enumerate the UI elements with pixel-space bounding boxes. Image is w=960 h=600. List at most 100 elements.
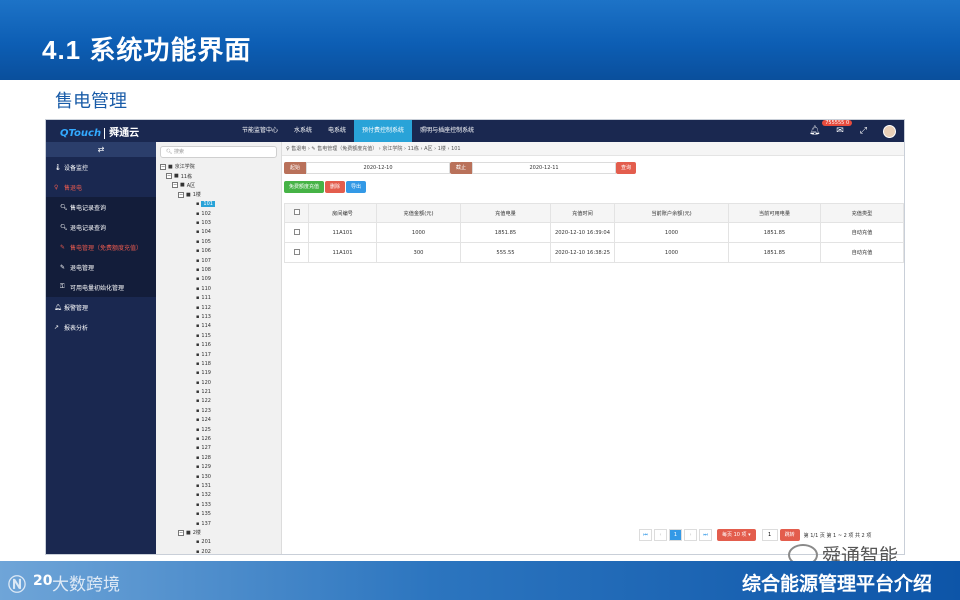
tree-node[interactable]: ▪ 104 xyxy=(156,228,281,237)
start-date-input[interactable]: 2020-12-10 xyxy=(306,162,451,174)
col-amount[interactable]: 充值金额(元) xyxy=(376,203,461,223)
page-size-select[interactable]: 每页 10 项 ▾ xyxy=(717,529,756,541)
table-cell: 1851.85 xyxy=(460,222,551,243)
row-checkbox[interactable] xyxy=(284,222,309,243)
tree-search-input[interactable]: 🔍︎ 搜索 xyxy=(160,146,277,158)
tree-node[interactable]: ▪ 106 xyxy=(156,247,281,256)
jump-button[interactable]: 跳转 xyxy=(779,529,800,541)
breadcrumb: ♀ 售退电 › ✎ 售电管理（免费额度充值） › 京江学院 › 11栋 › A区… xyxy=(282,142,904,156)
tree-node[interactable]: − ■ 2楼 xyxy=(156,528,281,537)
tree-node[interactable]: ▪ 129 xyxy=(156,463,281,472)
tree-node[interactable]: ▪ 127 xyxy=(156,444,281,453)
tree-node[interactable]: ▪ 132 xyxy=(156,491,281,500)
jump-page-input[interactable]: 1 xyxy=(761,529,778,541)
table-cell: 11A101 xyxy=(308,242,377,263)
tree-node[interactable]: ▪ 109 xyxy=(156,275,281,284)
file-icon: ▪ xyxy=(196,398,200,405)
tree-node[interactable]: ▪ 123 xyxy=(156,406,281,415)
col-available[interactable]: 当前可用电量 xyxy=(728,203,821,223)
tree-node[interactable]: ▪ 110 xyxy=(156,284,281,293)
mail-icon[interactable]: ✉ 755555 0 xyxy=(822,120,853,136)
expand-icon[interactable]: ⤢ xyxy=(860,126,867,136)
sidebar-item-init-management[interactable]: ⚿ 可用电量初始化管理 xyxy=(46,277,156,297)
query-button[interactable]: 查询 xyxy=(616,162,637,174)
last-page-button[interactable]: ⏭ xyxy=(699,529,712,541)
table-row[interactable]: 11A101 1000 1851.85 2020-12-10 16:39:04 … xyxy=(284,222,904,243)
collapse-toggle-icon[interactable]: − xyxy=(178,529,184,536)
prev-page-button[interactable]: ‹ xyxy=(654,529,667,541)
tree-node[interactable]: ▪ 130 xyxy=(156,472,281,481)
tree-node[interactable]: − ■ A区 xyxy=(156,181,281,190)
table-row[interactable]: 11A101 300 555.55 2020-12-10 16:38:25 10… xyxy=(284,242,904,263)
bell-icon[interactable]: 🔔︎ xyxy=(809,126,820,136)
tree-node[interactable]: ▪ 118 xyxy=(156,359,281,368)
tree-node[interactable]: ▪ 125 xyxy=(156,425,281,434)
collapse-toggle-icon[interactable]: − xyxy=(172,182,178,189)
end-date-input[interactable]: 2020-12-11 xyxy=(472,162,617,174)
sidebar-toggle-icon[interactable]: ⇄ xyxy=(46,142,156,157)
nav-water-system[interactable]: 水系统 xyxy=(286,120,320,142)
tree-node[interactable]: ▪ 137 xyxy=(156,519,281,528)
tree-node[interactable]: ▪ 133 xyxy=(156,500,281,509)
tree-node[interactable]: ▪ 112 xyxy=(156,303,281,312)
tree-node[interactable]: − ■ 1楼 xyxy=(156,190,281,199)
sidebar-item-alarm[interactable]: 🔔︎ 报警管理 xyxy=(46,297,156,317)
recharge-table: 房间编号 充值金额(元) 充值电量 充值时间 当前账户余额(元) 当前可用电量 … xyxy=(284,203,904,263)
col-room[interactable]: 房间编号 xyxy=(308,203,377,223)
col-time[interactable]: 充值时间 xyxy=(550,203,615,223)
tree-node[interactable]: − ■ 京江学院 xyxy=(156,162,281,171)
tree-node[interactable]: ▪ 107 xyxy=(156,256,281,265)
nav-power-system[interactable]: 电系统 xyxy=(320,120,354,142)
tree-node[interactable]: ▪ 115 xyxy=(156,331,281,340)
tree-node[interactable]: ▪ 105 xyxy=(156,237,281,246)
avatar[interactable] xyxy=(883,124,896,138)
sidebar-item-sell-records[interactable]: 🔍︎ 售电记录查询 xyxy=(46,197,156,217)
export-button[interactable]: 导出 xyxy=(346,181,367,193)
tree-node[interactable]: ▪ 102 xyxy=(156,209,281,218)
sidebar-item-label: 报警管理 xyxy=(64,304,89,312)
sidebar-item-sell-management[interactable]: ✎ 售电管理（免费额度充值） xyxy=(46,237,156,257)
tree-node[interactable]: ▪ 108 xyxy=(156,265,281,274)
sidebar-item-sell-refund[interactable]: ♀ 售退电 xyxy=(46,177,156,197)
tree-node[interactable]: ▪ 128 xyxy=(156,453,281,462)
tree-node[interactable]: ▪ 101 xyxy=(156,200,281,209)
tree-node[interactable]: ▪ 201 xyxy=(156,538,281,547)
tree-node[interactable]: ▪ 114 xyxy=(156,322,281,331)
tree-node[interactable]: ▪ 202 xyxy=(156,547,281,554)
tree-node-label: 122 xyxy=(201,398,211,405)
tree-node[interactable]: − ■ 11栋 xyxy=(156,171,281,180)
nav-prepaid-system[interactable]: 预付费控制系统 xyxy=(354,120,413,142)
tree-node[interactable]: ▪ 126 xyxy=(156,434,281,443)
sidebar-item-refund-records[interactable]: 🔍︎ 退电记录查询 xyxy=(46,217,156,237)
nav-lighting-system[interactable]: 照明与插座控制系统 xyxy=(412,120,482,142)
tree-node[interactable]: ▪ 117 xyxy=(156,350,281,359)
collapse-toggle-icon[interactable]: − xyxy=(166,173,172,180)
tree-node[interactable]: ▪ 120 xyxy=(156,378,281,387)
sidebar-item-reports[interactable]: ↗ 报表分析 xyxy=(46,317,156,337)
collapse-toggle-icon[interactable]: − xyxy=(178,191,184,198)
sidebar-item-device-monitor[interactable]: 🌡︎ 设备监控 xyxy=(46,157,156,177)
tree-node[interactable]: ▪ 124 xyxy=(156,416,281,425)
page-1-button[interactable]: 1 xyxy=(669,529,682,541)
col-balance[interactable]: 当前账户余额(元) xyxy=(614,203,729,223)
row-checkbox[interactable] xyxy=(284,242,309,263)
tree-node[interactable]: ▪ 103 xyxy=(156,218,281,227)
tree-node[interactable]: ▪ 131 xyxy=(156,481,281,490)
nav-energy-center[interactable]: 节能监管中心 xyxy=(234,120,286,142)
tree-node[interactable]: ▪ 119 xyxy=(156,369,281,378)
tree-node[interactable]: ▪ 113 xyxy=(156,312,281,321)
sidebar-item-refund-management[interactable]: ✎ 退电管理 xyxy=(46,257,156,277)
tree-node[interactable]: ▪ 135 xyxy=(156,509,281,518)
col-energy[interactable]: 充值电量 xyxy=(460,203,551,223)
tree-node[interactable]: ▪ 116 xyxy=(156,340,281,349)
col-type[interactable]: 充值类型 xyxy=(820,203,904,223)
tree-node[interactable]: ▪ 122 xyxy=(156,397,281,406)
free-recharge-button[interactable]: 免费额度充值 xyxy=(284,181,325,193)
select-all-checkbox[interactable] xyxy=(284,203,309,223)
tree-node[interactable]: ▪ 111 xyxy=(156,293,281,302)
tree-node[interactable]: ▪ 121 xyxy=(156,387,281,396)
delete-button[interactable]: 删除 xyxy=(325,181,346,193)
collapse-toggle-icon[interactable]: − xyxy=(160,163,166,170)
next-page-button[interactable]: › xyxy=(684,529,697,541)
first-page-button[interactable]: ⏮ xyxy=(639,529,652,541)
